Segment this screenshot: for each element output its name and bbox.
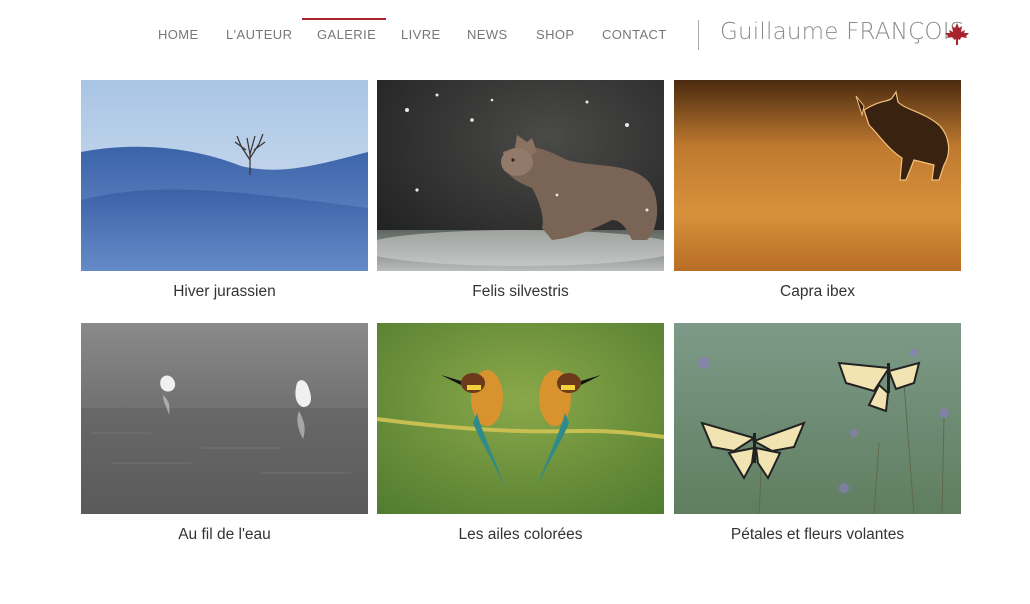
nav-item-auteur[interactable]: L'AUTEUR bbox=[226, 27, 292, 42]
nav-item-livre[interactable]: LIVRE bbox=[401, 27, 441, 42]
photo-swallowtail-butterflies[interactable] bbox=[674, 323, 961, 514]
gallery-caption[interactable]: Pétales et fleurs volantes bbox=[674, 526, 961, 544]
brand-divider bbox=[698, 20, 699, 50]
maple-leaf-icon bbox=[945, 23, 969, 45]
nav-item-news[interactable]: NEWS bbox=[467, 27, 508, 42]
nav-item-home[interactable]: HOME bbox=[158, 27, 199, 42]
gallery-card-les-ailes-colorees[interactable]: Les ailes colorées bbox=[377, 323, 664, 544]
photo-egrets-in-misty-water[interactable] bbox=[81, 323, 368, 514]
gallery-card-capra-ibex[interactable]: Capra ibex bbox=[674, 80, 961, 301]
nav-item-contact[interactable]: CONTACT bbox=[602, 27, 667, 42]
gallery-caption[interactable]: Au fil de l'eau bbox=[81, 526, 368, 544]
brand-name[interactable]: Guillaume FRANÇOIS bbox=[720, 19, 964, 45]
photo-wildcat-in-snow[interactable] bbox=[377, 80, 664, 271]
photo-ibex-silhouette[interactable] bbox=[674, 80, 961, 271]
gallery-card-petales-et-fleurs-volantes[interactable]: Pétales et fleurs volantes bbox=[674, 323, 961, 544]
top-navigation: HOME L'AUTEUR GALERIE LIVRE NEWS SHOP CO… bbox=[0, 0, 1030, 70]
gallery-caption[interactable]: Felis silvestris bbox=[377, 283, 664, 301]
gallery-caption[interactable]: Capra ibex bbox=[674, 283, 961, 301]
active-nav-indicator bbox=[302, 18, 386, 20]
gallery-card-hiver-jurassien[interactable]: Hiver jurassien bbox=[81, 80, 368, 301]
gallery-card-felis-silvestris[interactable]: Felis silvestris bbox=[377, 80, 664, 301]
gallery-caption[interactable]: Les ailes colorées bbox=[377, 526, 664, 544]
nav-item-shop[interactable]: SHOP bbox=[536, 27, 574, 42]
gallery-caption[interactable]: Hiver jurassien bbox=[81, 283, 368, 301]
photo-bee-eaters-on-branch[interactable] bbox=[377, 323, 664, 514]
photo-snowy-hills-lone-tree[interactable] bbox=[81, 80, 368, 271]
nav-item-galerie[interactable]: GALERIE bbox=[317, 27, 376, 42]
gallery-card-au-fil-de-leau[interactable]: Au fil de l'eau bbox=[81, 323, 368, 544]
